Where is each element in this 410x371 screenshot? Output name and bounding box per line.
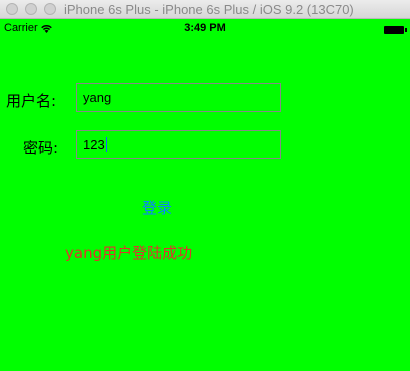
window-titlebar: iPhone 6s Plus - iPhone 6s Plus / iOS 9.…: [0, 0, 410, 19]
minimize-window-button[interactable]: [25, 3, 37, 15]
window-title: iPhone 6s Plus - iPhone 6s Plus / iOS 9.…: [64, 2, 354, 17]
username-field[interactable]: yang: [76, 83, 281, 112]
text-cursor: [105, 137, 107, 152]
close-window-button[interactable]: [6, 3, 18, 15]
login-button[interactable]: 登录: [142, 197, 172, 218]
ios-status-bar: Carrier 3:49 PM: [0, 19, 410, 39]
zoom-window-button[interactable]: [44, 3, 56, 15]
login-result-message: yang用户登陆成功: [65, 244, 193, 262]
password-field[interactable]: 123: [76, 130, 281, 159]
password-label: 密码:: [23, 139, 59, 157]
status-time: 3:49 PM: [184, 22, 226, 34]
password-value: 123: [83, 137, 105, 152]
battery-icon: [384, 26, 407, 34]
username-value: yang: [83, 90, 112, 105]
simulator-window: iPhone 6s Plus - iPhone 6s Plus / iOS 9.…: [0, 0, 410, 371]
username-label: 用户名:: [6, 92, 57, 110]
